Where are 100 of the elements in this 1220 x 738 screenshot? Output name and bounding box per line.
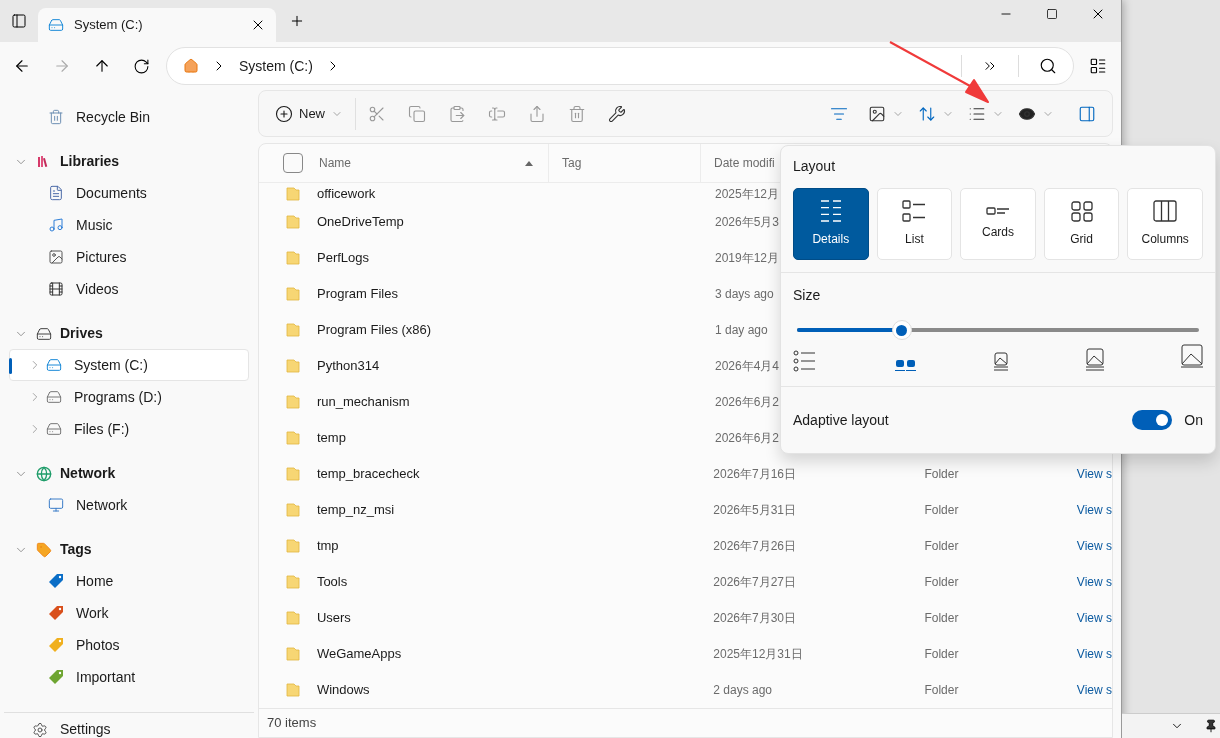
size-link[interactable]: View s: [1076, 681, 1112, 699]
sidebar-item[interactable]: Pictures: [9, 241, 249, 273]
sidebar-item[interactable]: Recycle Bin: [9, 101, 249, 133]
file-row[interactable]: Python314 2026年4月4: [259, 348, 1112, 384]
sidebar-item[interactable]: Work: [9, 597, 249, 629]
back-icon[interactable]: [13, 57, 31, 75]
date-cell-text: 2025年12月31日: [713, 646, 803, 663]
size-link[interactable]: View s: [1076, 645, 1112, 663]
type-cell-text: Folder: [924, 574, 960, 591]
share-icon[interactable]: [528, 104, 546, 123]
section-label: Drives: [60, 324, 103, 343]
file-row[interactable]: temp_nz_msi 2026年5月31日 Folder View s: [259, 492, 1112, 528]
tab[interactable]: System (C:): [38, 8, 276, 42]
type-cell-text: Folder: [924, 538, 960, 555]
sidebar-label: Home: [76, 571, 114, 591]
sidebar-label: Pictures: [76, 247, 127, 267]
type-cell-text: Folder: [924, 646, 960, 663]
column-header[interactable]: Tag: [549, 144, 701, 182]
search-icon[interactable]: [1039, 57, 1057, 75]
details-pane-icon[interactable]: [1088, 57, 1107, 75]
refresh-icon[interactable]: [133, 57, 150, 75]
sidebar-item[interactable]: Important: [9, 661, 249, 693]
size-slider[interactable]: [797, 320, 1199, 340]
sidebar-item[interactable]: Programs (D:): [9, 381, 249, 413]
paste-icon[interactable]: [448, 104, 466, 123]
sidebar-item[interactable]: Music: [9, 209, 249, 241]
picture-icon: [1085, 348, 1104, 372]
copy-icon[interactable]: [408, 104, 426, 123]
sidebar-label: Network: [76, 495, 128, 515]
layout-option[interactable]: Columns: [1127, 188, 1203, 260]
file-row[interactable]: Tools 2026年7月27日 Folder View s: [259, 564, 1112, 600]
file-name: temp: [317, 429, 347, 448]
address-bar[interactable]: System (C:): [166, 47, 1074, 85]
date-cell-text: 2026年7月30日: [713, 610, 796, 627]
file-row[interactable]: tmp 2026年7月26日 Folder View s: [259, 528, 1112, 564]
file-row[interactable]: temp_bracecheck 2026年7月16日 Folder View s: [259, 456, 1112, 492]
wrench-icon[interactable]: [608, 104, 626, 123]
sidebar-toggle-icon[interactable]: [11, 13, 27, 29]
film-icon: [48, 281, 64, 297]
column-header[interactable]: Name: [317, 144, 549, 182]
file-row[interactable]: Program Files (x86) 1 day ago: [259, 312, 1112, 348]
folder-icon: [285, 574, 301, 590]
new-tab-icon[interactable]: [289, 13, 305, 29]
layout-option[interactable]: Grid: [1043, 188, 1120, 260]
cards-icon: [986, 207, 1010, 215]
layout-option[interactable]: Details: [793, 188, 869, 260]
up-icon[interactable]: [93, 57, 111, 75]
music-icon: [48, 217, 64, 233]
size-link[interactable]: View s: [1076, 573, 1112, 591]
file-name: OneDriveTemp: [317, 213, 405, 232]
section-header[interactable]: Drives: [0, 318, 258, 349]
delete-icon[interactable]: [568, 104, 586, 123]
layout-option[interactable]: List: [876, 188, 953, 260]
sidebar-item[interactable]: Videos: [9, 273, 249, 305]
sidebar-item[interactable]: Files (F:): [9, 413, 249, 445]
cut-icon[interactable]: [368, 104, 386, 123]
size-link[interactable]: View s: [1076, 501, 1112, 519]
toggle-switch[interactable]: [1132, 410, 1173, 430]
sidebar-item[interactable]: Documents: [9, 177, 249, 209]
maximize-icon[interactable]: [1046, 8, 1058, 20]
pin-icon: [1204, 719, 1218, 733]
setting-label: Adaptive layout: [793, 410, 890, 430]
section-header[interactable]: Libraries: [0, 146, 258, 177]
layout-option[interactable]: Cards: [960, 188, 1036, 260]
new-button[interactable]: New: [273, 97, 345, 130]
file-row[interactable]: Windows 2 days ago Folder View s: [259, 672, 1112, 708]
date-cell-text: 2026年5月31日: [713, 502, 796, 519]
folder-icon: [285, 538, 301, 554]
details-icon: [818, 200, 843, 222]
grid-icon: [1069, 200, 1094, 222]
sort-icon[interactable]: [918, 104, 936, 123]
breadcrumb[interactable]: System (C:): [239, 55, 313, 77]
size-link[interactable]: View s: [1076, 537, 1112, 555]
section-header[interactable]: Network: [0, 458, 258, 489]
folder-icon: [285, 185, 301, 202]
rename-icon[interactable]: [488, 104, 506, 123]
file-row[interactable]: Users 2026年7月30日 Folder View s: [259, 600, 1112, 636]
file-name: Tools: [316, 573, 349, 592]
list-icon: [793, 350, 817, 372]
recycle-bin-icon: [48, 109, 64, 125]
sidebar-item[interactable]: Photos: [9, 629, 249, 661]
folder-icon: [285, 286, 301, 302]
file-row[interactable]: WeGameApps 2025年12月31日 Folder View s: [259, 636, 1112, 672]
sidebar-label: Music: [76, 215, 113, 235]
size-link[interactable]: View s: [1076, 609, 1112, 627]
column-header[interactable]: Date modifi: [701, 144, 781, 182]
columns-icon: [1153, 200, 1178, 222]
sidebar-label: Important: [76, 667, 136, 687]
sidebar-label: Photos: [76, 635, 120, 655]
sidebar-item[interactable]: Home: [9, 565, 249, 597]
date-cell-text: 2026年6月2: [715, 430, 780, 447]
flyout-heading: Layout: [793, 157, 837, 176]
section-header[interactable]: Tags: [0, 534, 258, 565]
slider-thumb[interactable]: [891, 320, 912, 340]
sidebar-item[interactable]: Network: [9, 489, 249, 521]
tiles-icon: [894, 358, 917, 372]
size-link[interactable]: View s: [1076, 465, 1112, 483]
sidebar-item[interactable]: System (C:): [9, 349, 249, 381]
settings-item[interactable]: Settings: [4, 712, 254, 738]
select-all-checkbox[interactable]: [283, 153, 303, 173]
